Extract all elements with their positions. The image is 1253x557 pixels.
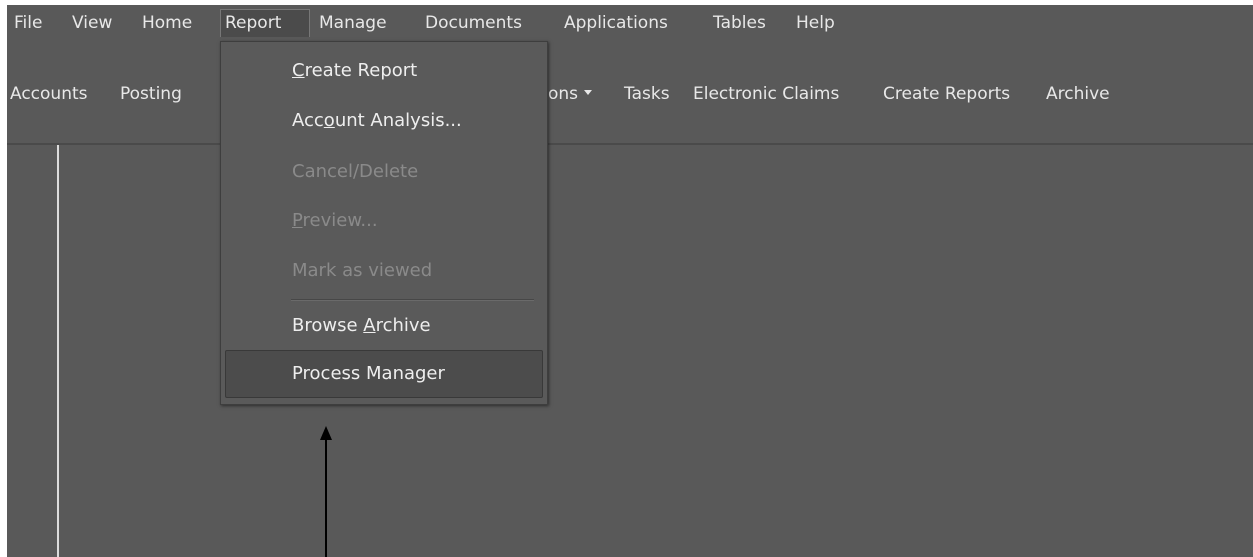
menu-home[interactable]: Home <box>138 9 196 37</box>
toolbar-tasks[interactable]: Tasks <box>624 81 670 107</box>
menu-item-account-analysis[interactable]: Account Analysis... <box>292 105 462 137</box>
menu-view[interactable]: View <box>68 9 116 37</box>
toolbar-create-reports[interactable]: Create Reports <box>883 81 1010 107</box>
menu-file[interactable]: File <box>10 9 46 37</box>
caret-down-icon <box>584 89 593 95</box>
toolbar-options-label: ons <box>548 84 579 104</box>
report-dropdown-menu: Create Report Account Analysis... Cancel… <box>220 41 548 405</box>
menu-manage[interactable]: Manage <box>315 9 391 37</box>
account-analysis-post: unt Analysis... <box>334 110 462 131</box>
menu-tables[interactable]: Tables <box>709 9 770 37</box>
menu-item-browse-archive[interactable]: Browse Archive <box>292 310 431 342</box>
browse-archive-post: rchive <box>375 315 431 336</box>
toolbar-accounts[interactable]: Accounts <box>10 81 88 107</box>
create-report-post: reate Report <box>304 60 418 81</box>
menu-report[interactable]: Report <box>220 9 310 37</box>
toolbar-archive[interactable]: Archive <box>1046 81 1110 107</box>
menu-bar: File View Home Report Manage Documents A… <box>7 5 1253 41</box>
menu-separator <box>291 299 534 301</box>
menu-item-process-manager[interactable]: Process Manager <box>292 358 445 390</box>
account-analysis-key: o <box>323 110 335 131</box>
toolbar-posting[interactable]: Posting <box>120 81 182 107</box>
menu-item-preview: Preview... <box>292 205 378 237</box>
toolbar-electronic-claims[interactable]: Electronic Claims <box>693 81 839 107</box>
toolbar-options-dropdown[interactable]: ons <box>548 81 593 107</box>
panel-splitter[interactable] <box>57 145 59 557</box>
browse-archive-key: A <box>363 315 376 336</box>
menu-item-create-report[interactable]: Create Report <box>292 55 417 87</box>
toolbar: Accounts Posting ons Tasks Electronic Cl… <box>7 41 1253 145</box>
menu-item-mark-as-viewed: Mark as viewed <box>292 260 433 281</box>
create-report-key: C <box>292 60 305 81</box>
menu-applications[interactable]: Applications <box>560 9 672 37</box>
menu-item-cancel-delete: Cancel/Delete <box>292 161 419 182</box>
app-window: File View Home Report Manage Documents A… <box>7 5 1253 557</box>
menu-help[interactable]: Help <box>792 9 839 37</box>
account-analysis-pre: Acc <box>292 110 324 131</box>
preview-post: review... <box>302 210 378 231</box>
preview-key: P <box>292 210 303 231</box>
menu-documents[interactable]: Documents <box>421 9 526 37</box>
main-content-area <box>7 145 1253 557</box>
browse-archive-pre: Browse <box>292 315 364 336</box>
